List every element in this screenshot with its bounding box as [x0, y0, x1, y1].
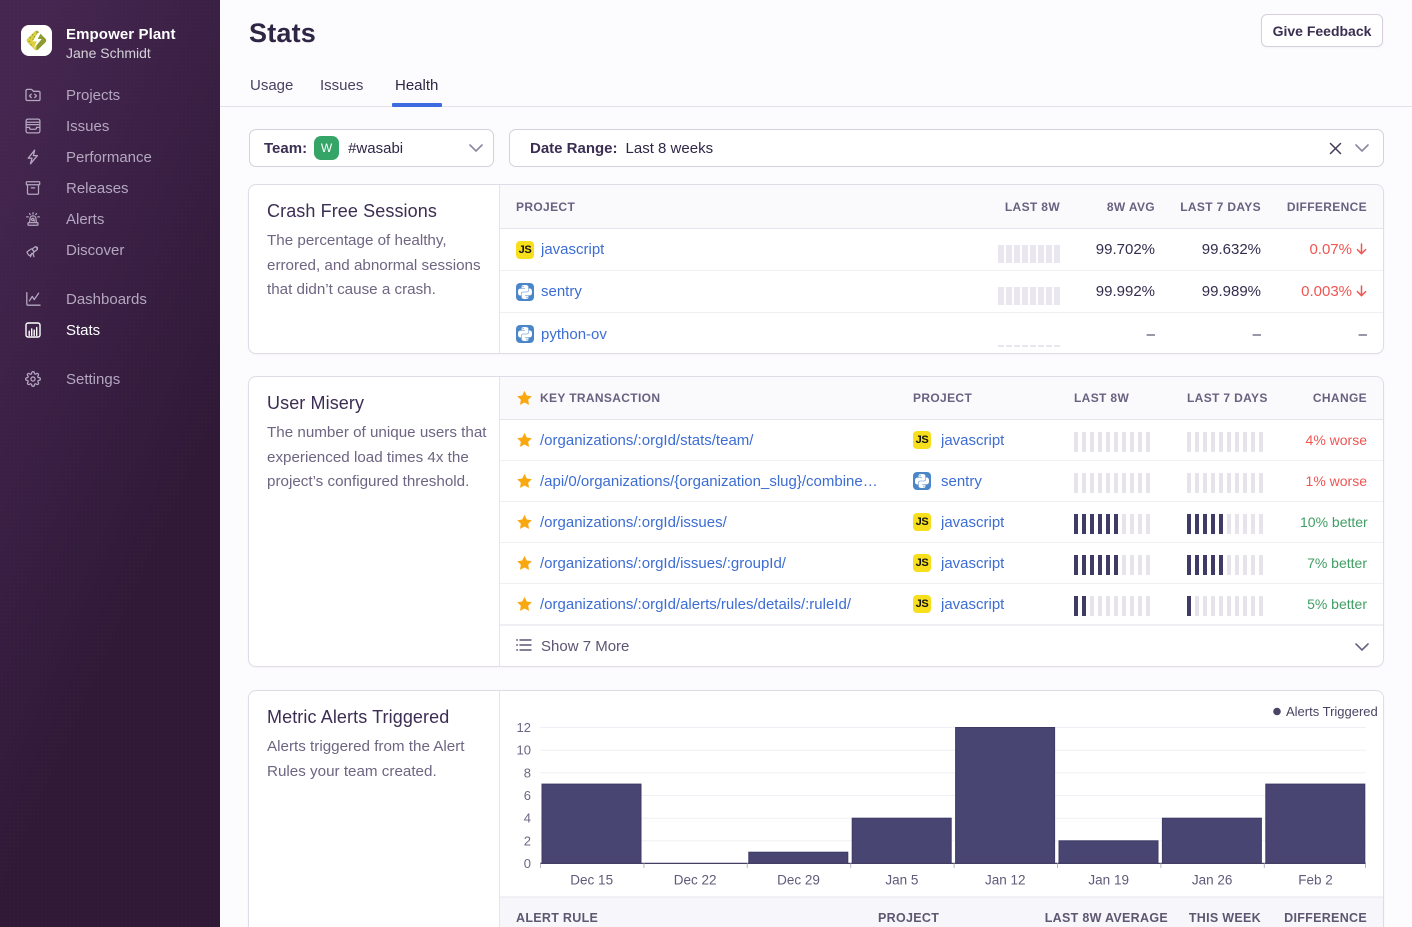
svg-text:PROJECT: PROJECT: [878, 911, 939, 925]
svg-text:LAST 8W AVERAGE: LAST 8W AVERAGE: [1045, 911, 1168, 925]
svg-text:0: 0: [524, 856, 531, 871]
svg-text:Feb 2: Feb 2: [1298, 873, 1333, 888]
svg-text:ALERT RULE: ALERT RULE: [516, 911, 598, 925]
svg-text:4: 4: [524, 811, 531, 826]
svg-text:2: 2: [524, 833, 531, 848]
svg-text:THIS WEEK: THIS WEEK: [1189, 911, 1261, 925]
svg-text:10: 10: [517, 743, 531, 758]
svg-text:Alerts Triggered: Alerts Triggered: [1286, 704, 1378, 719]
svg-text:8: 8: [524, 765, 531, 780]
svg-text:Jan 26: Jan 26: [1192, 873, 1233, 888]
svg-text:Jan 5: Jan 5: [885, 873, 918, 888]
svg-text:Dec 22: Dec 22: [674, 873, 717, 888]
svg-text:Dec 29: Dec 29: [777, 873, 820, 888]
svg-text:Dec 15: Dec 15: [570, 873, 613, 888]
svg-text:6: 6: [524, 788, 531, 803]
svg-text:Jan 12: Jan 12: [985, 873, 1026, 888]
svg-text:Jan 19: Jan 19: [1088, 873, 1129, 888]
svg-text:12: 12: [517, 720, 531, 735]
svg-text:DIFFERENCE: DIFFERENCE: [1284, 911, 1367, 925]
